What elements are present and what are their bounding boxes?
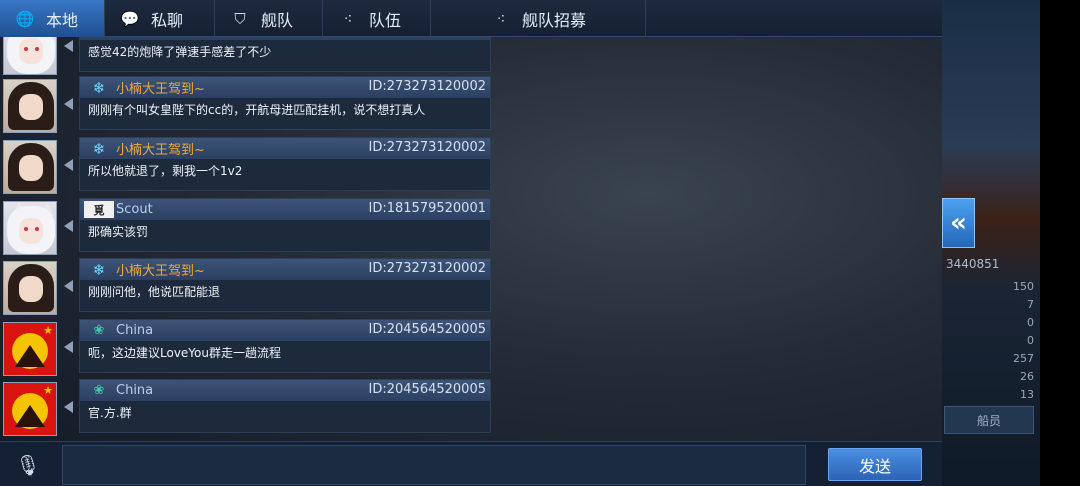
snowflake-icon: ❄ xyxy=(92,260,106,279)
bubble-pointer xyxy=(64,401,73,413)
message-bubble: ❀ China ID:204564520005 官.方.群 xyxy=(79,379,491,433)
message-bubble: ❀ China ID:204564520005 呃，这边建议LoveYou群走一… xyxy=(79,319,491,373)
tab-fleet-label: 舰队 xyxy=(261,10,294,30)
avatar[interactable]: ★ xyxy=(3,382,57,436)
sender-name[interactable]: China xyxy=(116,323,153,338)
team-icon: ⁖ xyxy=(343,9,353,28)
message-bubble: ❄ 小楠大王驾到~ ID:273273120002 所以他就退了，剩我一个1v2 xyxy=(79,137,491,191)
tab-private-label: 私聊 xyxy=(151,10,184,30)
avatar[interactable] xyxy=(3,261,57,315)
message-bubble: ❄ 小楠大王驾到~ ID:273273120002 刚刚有个叫女皇陛下的cc的，… xyxy=(79,76,491,130)
china-badge-icon: ❀ xyxy=(93,383,105,398)
china-badge-icon: ❀ xyxy=(93,323,105,338)
globe-icon: 🌐 xyxy=(15,9,35,28)
message-header: ❄ 小楠大王驾到~ ID:273273120002 xyxy=(80,77,490,98)
sender-name[interactable]: 小楠大王驾到~ xyxy=(116,78,205,97)
message-text: 感觉42的炮降了弹速手感差了不少 xyxy=(88,45,272,59)
sender-id: ID:273273120002 xyxy=(368,140,486,155)
message-text: 刚刚有个叫女皇陛下的cc的，开航母进匹配挂机，说不想打真人 xyxy=(88,103,426,117)
message-header: ❄ 小楠大王驾到~ ID:273273120002 xyxy=(80,138,490,159)
sender-name[interactable]: Scout xyxy=(116,202,153,217)
message-header: ❄ 小楠大王驾到~ ID:273273120002 xyxy=(80,259,490,280)
avatar[interactable] xyxy=(3,140,57,194)
avatar[interactable] xyxy=(3,37,57,75)
bubble-pointer xyxy=(64,220,73,232)
sender-id: ID:273273120002 xyxy=(368,79,486,94)
message-text: 呃，这边建议LoveYou群走一趟流程 xyxy=(88,346,281,360)
chat-message: ❄ 小楠大王驾到~ ID:273273120002 所以他就退了，剩我一个1v2 xyxy=(0,137,492,194)
message-input[interactable] xyxy=(62,445,806,485)
double-chevron-left-icon: « xyxy=(950,208,967,238)
chat-message: ★ ❀ China ID:204564520005 呃，这边建议LoveYou群… xyxy=(0,319,492,376)
bubble-pointer xyxy=(64,40,73,52)
sender-id: ID:204564520005 xyxy=(368,322,486,337)
sender-name[interactable]: 小楠大王驾到~ xyxy=(116,260,205,279)
screen-edge xyxy=(1040,0,1080,486)
sender-id: ID:204564520005 xyxy=(368,382,486,397)
scout-badge-icon: 覓 xyxy=(84,201,114,218)
message-header xyxy=(80,37,490,40)
sender-id: ID:273273120002 xyxy=(368,261,486,276)
bubble-pointer xyxy=(64,341,73,353)
chat-message: 覓 Scout ID:181579520001 那确实该罚 xyxy=(0,198,492,255)
message-bubble: ❄ 小楠大王驾到~ ID:273273120002 刚刚问他，他说匹配能退 xyxy=(79,258,491,312)
chat-bubble-icon: 💬 xyxy=(120,9,140,28)
chat-message: ❄ 小楠大王驾到~ ID:273273120002 刚刚有个叫女皇陛下的cc的，… xyxy=(0,76,492,133)
send-button[interactable]: 发送 xyxy=(828,448,922,481)
recruit-icon: ⁖ xyxy=(496,9,506,28)
crew-button[interactable]: 船员 xyxy=(944,406,1034,434)
message-header: ❀ China ID:204564520005 xyxy=(80,320,490,341)
bubble-pointer xyxy=(64,159,73,171)
microphone-icon[interactable]: 🎙 xyxy=(10,448,46,482)
sender-name[interactable]: China xyxy=(116,383,153,398)
player-id: 3440851 xyxy=(946,257,1000,271)
tab-private[interactable]: 💬 私聊 xyxy=(105,0,215,37)
tab-team[interactable]: ⁖ 队伍 xyxy=(323,0,431,37)
snowflake-icon: ❄ xyxy=(92,139,106,158)
avatar[interactable] xyxy=(3,201,57,255)
collapse-panel-button[interactable]: « xyxy=(942,198,975,248)
tab-fleet-recruit-label: 舰队招募 xyxy=(521,10,586,30)
chat-tabs: 🌐 本地 💬 私聊 ⛉ 舰队 ⁖ 队伍 ⁖ 舰队招募 xyxy=(0,0,942,37)
tab-fleet-recruit[interactable]: ⁖ 舰队招募 xyxy=(431,0,646,37)
bubble-pointer xyxy=(64,98,73,110)
chat-message: ❄ 小楠大王驾到~ ID:273273120002 刚刚问他，他说匹配能退 xyxy=(0,258,492,315)
chat-message: 感觉42的炮降了弹速手感差了不少 xyxy=(0,37,492,75)
chat-input-bar: 🎙 发送 xyxy=(0,441,942,486)
avatar[interactable] xyxy=(3,79,57,133)
chat-message: ★ ❀ China ID:204564520005 官.方.群 xyxy=(0,379,492,436)
sender-name[interactable]: 小楠大王驾到~ xyxy=(116,139,205,158)
tab-fleet[interactable]: ⛉ 舰队 xyxy=(215,0,323,37)
tab-local[interactable]: 🌐 本地 xyxy=(0,0,105,37)
snowflake-icon: ❄ xyxy=(92,78,106,97)
message-text: 刚刚问他，他说匹配能退 xyxy=(88,285,221,299)
message-text: 官.方.群 xyxy=(88,406,132,420)
message-bubble: 感觉42的炮降了弹速手感差了不少 xyxy=(79,37,491,72)
sender-id: ID:181579520001 xyxy=(368,201,486,216)
chat-message-list[interactable]: 感觉42的炮降了弹速手感差了不少 ❄ 小楠大王驾到~ ID:2732731200… xyxy=(0,37,492,441)
bubble-pointer xyxy=(64,280,73,292)
message-header: 覓 Scout ID:181579520001 xyxy=(80,199,490,220)
avatar[interactable]: ★ xyxy=(3,322,57,376)
tab-local-label: 本地 xyxy=(46,10,79,30)
message-text: 所以他就退了，剩我一个1v2 xyxy=(88,164,243,178)
tab-team-label: 队伍 xyxy=(369,10,402,30)
message-header: ❀ China ID:204564520005 xyxy=(80,380,490,401)
message-text: 那确实该罚 xyxy=(88,225,149,239)
fleet-icon: ⛉ xyxy=(234,9,246,28)
message-bubble: 覓 Scout ID:181579520001 那确实该罚 xyxy=(79,198,491,252)
